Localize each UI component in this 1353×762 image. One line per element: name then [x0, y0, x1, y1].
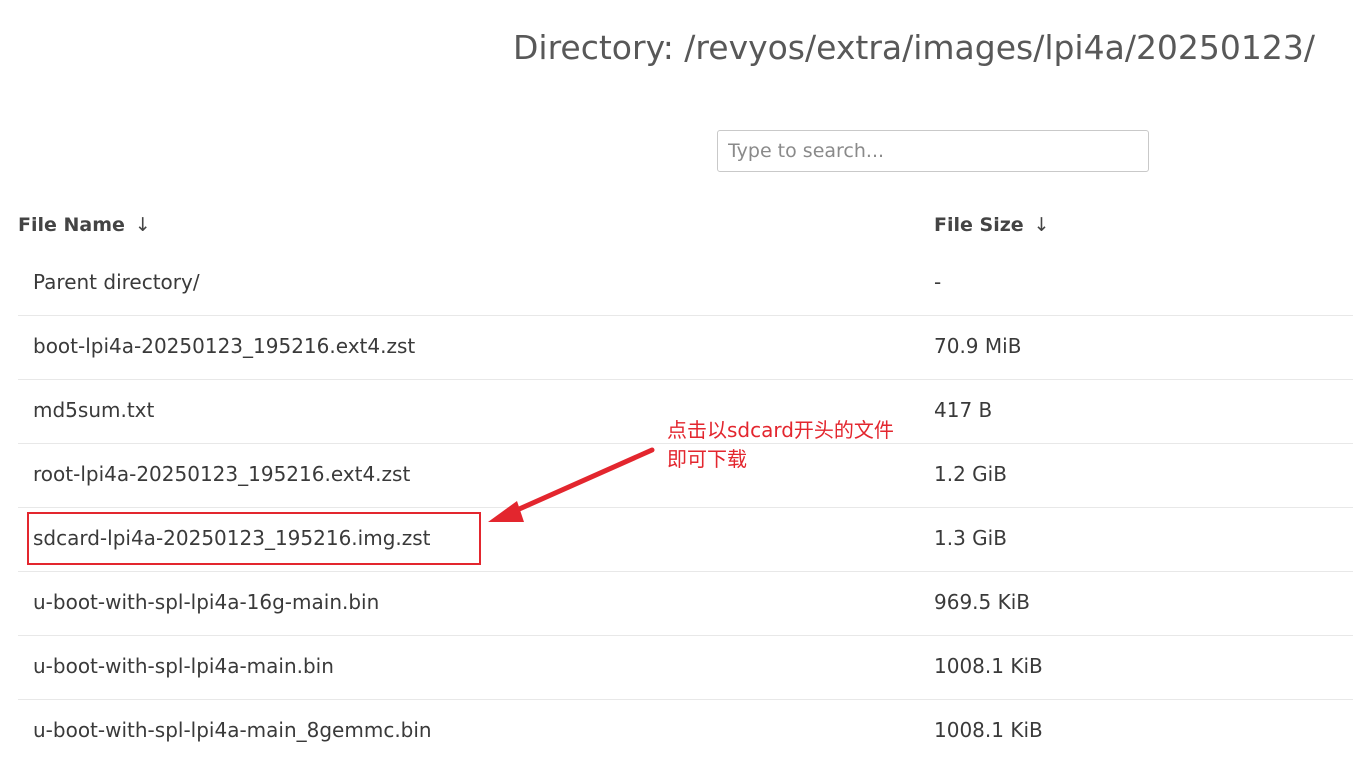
table-row: Parent directory/ -	[18, 252, 1353, 316]
annotation-text: 点击以sdcard开头的文件 即可下载	[667, 416, 894, 474]
parent-directory-link[interactable]: Parent directory/	[33, 270, 200, 294]
file-link[interactable]: root-lpi4a-20250123_195216.ext4.zst	[33, 462, 410, 486]
file-link[interactable]: md5sum.txt	[33, 398, 154, 422]
sort-down-icon: ↓	[134, 214, 151, 236]
file-link[interactable]: u-boot-with-spl-lpi4a-16g-main.bin	[33, 590, 379, 614]
file-size: 1.3 GiB	[934, 526, 1007, 550]
sort-down-icon: ↓	[1033, 214, 1050, 236]
annotation-line-1: 点击以sdcard开头的文件	[667, 418, 894, 442]
file-size: 417 B	[934, 398, 993, 422]
table-row: u-boot-with-spl-lpi4a-main.bin 1008.1 Ki…	[18, 636, 1353, 700]
file-link[interactable]: boot-lpi4a-20250123_195216.ext4.zst	[33, 334, 415, 358]
table-header: File Name ↓ File Size ↓	[18, 214, 1353, 244]
search-input[interactable]	[717, 130, 1149, 172]
table-row: u-boot-with-spl-lpi4a-main_8gemmc.bin 10…	[18, 700, 1353, 762]
file-size: 1008.1 KiB	[934, 718, 1043, 742]
page-title: Directory: /revyos/extra/images/lpi4a/20…	[513, 28, 1316, 67]
file-size: 1.2 GiB	[934, 462, 1007, 486]
file-size: 1008.1 KiB	[934, 654, 1043, 678]
table-row: u-boot-with-spl-lpi4a-16g-main.bin 969.5…	[18, 572, 1353, 636]
file-size: 969.5 KiB	[934, 590, 1031, 614]
file-size: -	[934, 270, 942, 294]
annotation-line-2: 即可下载	[667, 447, 747, 471]
file-size-column-header[interactable]: File Size ↓	[934, 214, 1050, 236]
file-list: Parent directory/ - boot-lpi4a-20250123_…	[18, 252, 1353, 762]
file-link[interactable]: u-boot-with-spl-lpi4a-main_8gemmc.bin	[33, 718, 432, 742]
file-size: 70.9 MiB	[934, 334, 1022, 358]
file-name-header-label: File Name	[18, 214, 125, 236]
directory-listing-page: Directory: /revyos/extra/images/lpi4a/20…	[0, 0, 1353, 762]
annotation-highlight-box	[27, 512, 481, 565]
file-size-header-label: File Size	[934, 214, 1024, 236]
file-link[interactable]: u-boot-with-spl-lpi4a-main.bin	[33, 654, 334, 678]
file-name-column-header[interactable]: File Name ↓	[18, 214, 151, 236]
table-row: boot-lpi4a-20250123_195216.ext4.zst 70.9…	[18, 316, 1353, 380]
